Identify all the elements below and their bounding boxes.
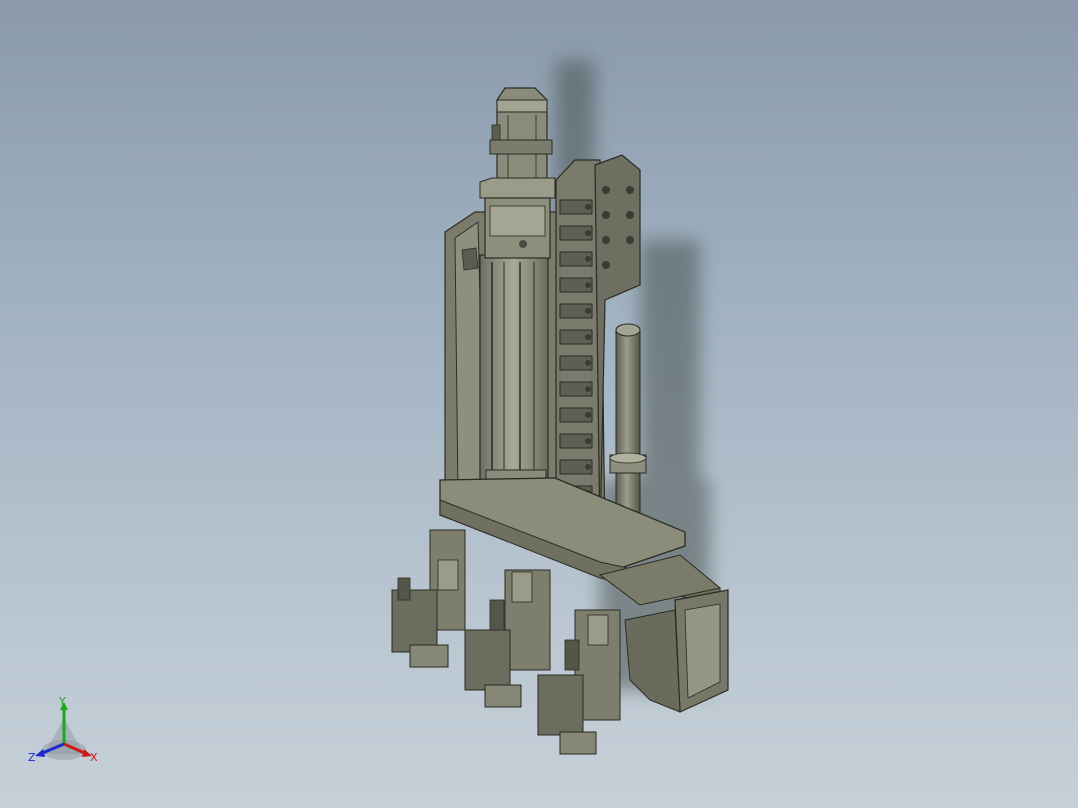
x-axis-label: X bbox=[90, 751, 98, 764]
cad-assembly-model[interactable] bbox=[0, 0, 1078, 808]
gripper-unit-1[interactable] bbox=[391, 529, 466, 668]
graphics-viewport[interactable]: Y X Z bbox=[0, 0, 1078, 808]
z-axis-label: Z bbox=[28, 751, 36, 764]
y-axis-label: Y bbox=[59, 695, 66, 708]
linear-module[interactable] bbox=[479, 254, 549, 501]
gripper-unit-2[interactable] bbox=[464, 569, 551, 708]
servo-motor[interactable] bbox=[479, 87, 556, 259]
coordinate-triad: Y X Z bbox=[22, 696, 106, 770]
